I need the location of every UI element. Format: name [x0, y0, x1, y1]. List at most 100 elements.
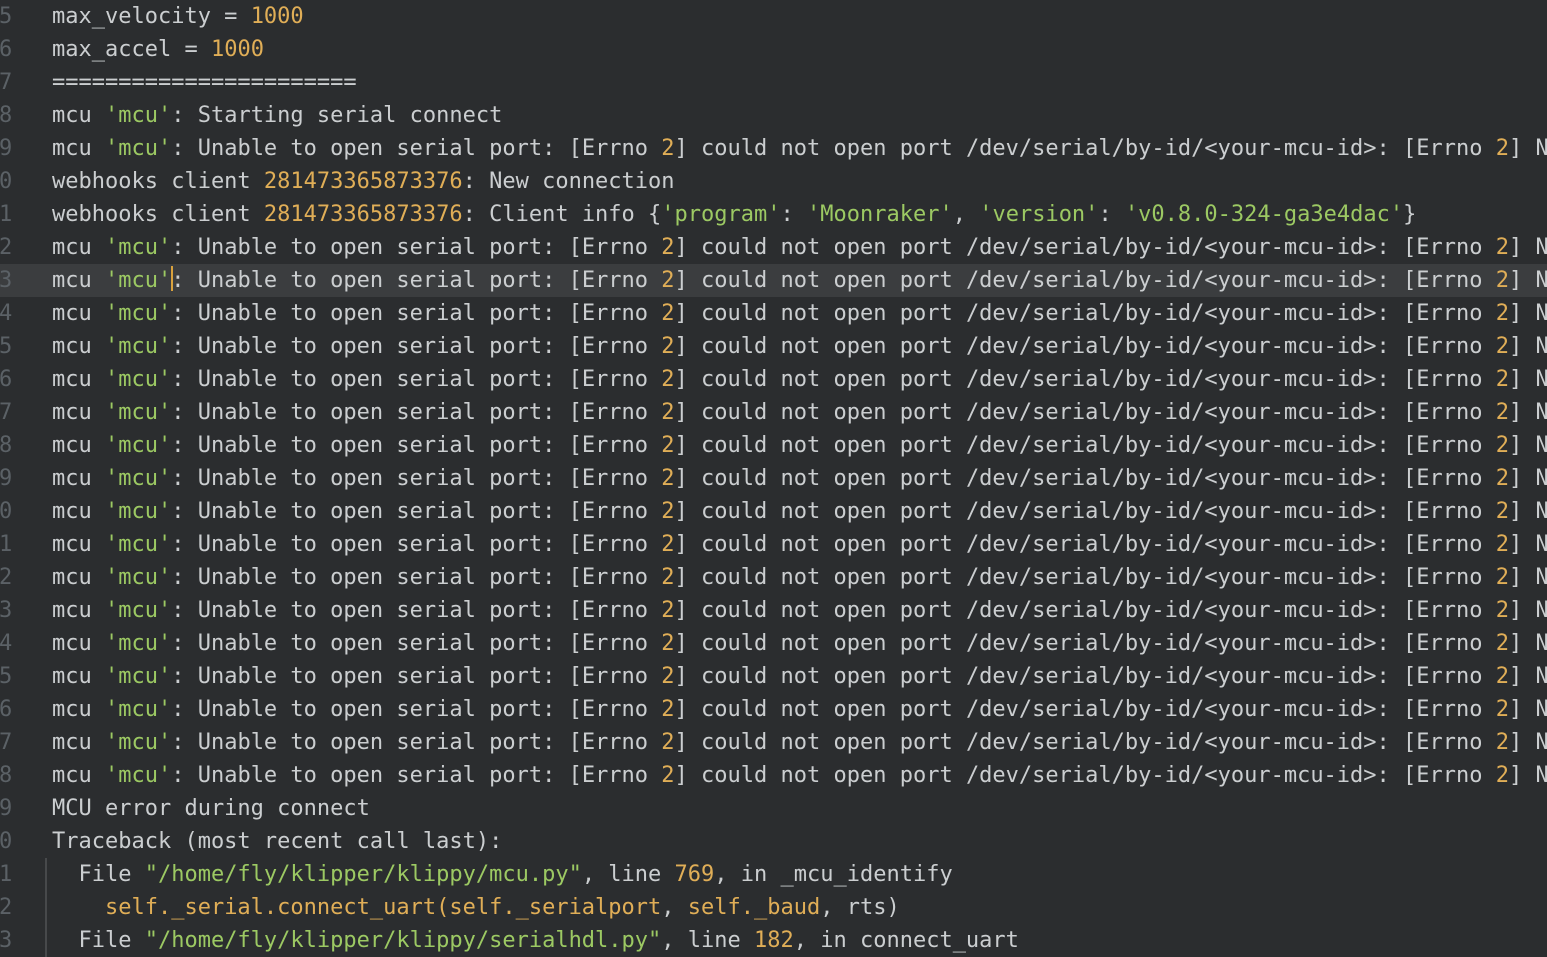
log-line[interactable]: 8mcu 'mcu': Starting serial connect	[0, 99, 1547, 132]
text-token: =======================	[52, 70, 357, 95]
log-line[interactable]: 1 File "/home/fly/klipper/klippy/mcu.py"…	[0, 858, 1547, 891]
line-text: mcu 'mcu': Unable to open serial port: […	[52, 231, 1547, 264]
line-text: mcu 'mcu': Unable to open serial port: […	[52, 429, 1547, 462]
log-line[interactable]: 5max_velocity = 1000	[0, 0, 1547, 33]
text-token: ] could not open port /dev/serial/by-id/…	[675, 664, 1496, 689]
log-line[interactable]: 0Traceback (most recent call last):	[0, 825, 1547, 858]
text-token: mcu	[52, 268, 105, 293]
log-line[interactable]: 3 File "/home/fly/klipper/klippy/serialh…	[0, 924, 1547, 957]
log-line[interactable]: 4mcu 'mcu': Unable to open serial port: …	[0, 297, 1547, 330]
line-number[interactable]: 6	[0, 33, 12, 66]
log-line[interactable]: 4mcu 'mcu': Unable to open serial port: …	[0, 627, 1547, 660]
text-token: ,	[661, 895, 688, 920]
log-line[interactable]: 6max_accel = 1000	[0, 33, 1547, 66]
text-token: : Unable to open serial port: [Errno	[171, 598, 661, 623]
line-number[interactable]: 4	[0, 627, 12, 660]
line-number[interactable]: 1	[0, 198, 12, 231]
line-number[interactable]: 2	[0, 231, 12, 264]
number-token: 2	[661, 664, 674, 689]
text-token: ] No	[1509, 235, 1547, 260]
text-token: ] No	[1509, 499, 1547, 524]
line-number[interactable]: 8	[0, 99, 12, 132]
line-number[interactable]: 7	[0, 726, 12, 759]
line-number[interactable]: 3	[0, 594, 12, 627]
string-token: 'mcu'	[105, 334, 171, 359]
log-line[interactable]: 5mcu 'mcu': Unable to open serial port: …	[0, 660, 1547, 693]
line-number[interactable]: 6	[0, 363, 12, 396]
line-number[interactable]: 5	[0, 330, 12, 363]
string-token: 'mcu'	[105, 697, 171, 722]
text-token: ] could not open port /dev/serial/by-id/…	[675, 697, 1496, 722]
log-line[interactable]: 0mcu 'mcu': Unable to open serial port: …	[0, 495, 1547, 528]
number-token: 2	[661, 631, 674, 656]
string-token: "/home/fly/klipper/klippy/mcu.py"	[145, 862, 582, 887]
line-text: mcu 'mcu': Unable to open serial port: […	[52, 396, 1547, 429]
line-number[interactable]: 0	[0, 165, 12, 198]
line-number[interactable]: 7	[0, 66, 12, 99]
line-number[interactable]: 9	[0, 462, 12, 495]
log-line[interactable]: 2mcu 'mcu': Unable to open serial port: …	[0, 561, 1547, 594]
number-token: 2	[661, 367, 674, 392]
log-line[interactable]: 7 =======================	[0, 66, 1547, 99]
log-line[interactable]: 9mcu 'mcu': Unable to open serial port: …	[0, 132, 1547, 165]
text-token: ] could not open port /dev/serial/by-id/…	[675, 499, 1496, 524]
line-text: mcu 'mcu': Unable to open serial port: […	[52, 528, 1547, 561]
line-number[interactable]: 3	[0, 924, 12, 957]
log-line[interactable]: 6mcu 'mcu': Unable to open serial port: …	[0, 363, 1547, 396]
text-token: webhooks client	[52, 202, 264, 227]
string-token: 'mcu'	[105, 136, 171, 161]
log-line[interactable]: 1 mcu 'mcu': Unable to open serial port: …	[0, 528, 1547, 561]
log-line[interactable]: 0 webhooks client 281473365873376: New co…	[0, 165, 1547, 198]
text-token: mcu	[52, 499, 105, 524]
editor-pane[interactable]: 5max_velocity = 10006max_accel = 10007==…	[0, 0, 1547, 957]
line-number[interactable]: 8	[0, 429, 12, 462]
string-token: 'mcu'	[105, 301, 171, 326]
number-token: 2	[1496, 532, 1509, 557]
number-token: self._baud	[688, 895, 820, 920]
line-text: webhooks client 281473365873376: New con…	[52, 165, 675, 198]
log-line[interactable]: 9 mcu 'mcu': Unable to open serial port: …	[0, 462, 1547, 495]
number-token: 2	[661, 730, 674, 755]
log-line[interactable]: 3mcu 'mcu': Unable to open serial port: …	[0, 594, 1547, 627]
line-number[interactable]: 9	[0, 792, 12, 825]
number-token: 2	[661, 499, 674, 524]
text-token: ] could not open port /dev/serial/by-id/…	[675, 730, 1496, 755]
text-token: ] No	[1509, 697, 1547, 722]
log-line[interactable]: 5 mcu 'mcu': Unable to open serial port: …	[0, 330, 1547, 363]
log-line[interactable]: 7 mcu 'mcu': Unable to open serial port: …	[0, 396, 1547, 429]
line-number[interactable]: 6	[0, 693, 12, 726]
log-line[interactable]: 2 mcu 'mcu': Unable to open serial port: …	[0, 231, 1547, 264]
log-line[interactable]: 6mcu 'mcu': Unable to open serial port: …	[0, 693, 1547, 726]
line-number[interactable]: 2	[0, 891, 12, 924]
text-token: mcu	[52, 301, 105, 326]
text-token: webhooks client	[52, 169, 264, 194]
line-number[interactable]: 1	[0, 528, 12, 561]
log-line[interactable]: 8mcu 'mcu': Unable to open serial port: …	[0, 759, 1547, 792]
log-line[interactable]: 7 mcu 'mcu': Unable to open serial port: …	[0, 726, 1547, 759]
line-number[interactable]: 5	[0, 660, 12, 693]
text-token: ] No	[1509, 730, 1547, 755]
log-line[interactable]: 2 self._serial.connect_uart(self._serial…	[0, 891, 1547, 924]
line-number[interactable]: 4	[0, 297, 12, 330]
line-number[interactable]: 1	[0, 858, 12, 891]
line-number[interactable]: 3	[0, 264, 12, 297]
log-line[interactable]: 9MCU error during connect	[0, 792, 1547, 825]
line-number[interactable]: 2	[0, 561, 12, 594]
text-token: : Unable to open serial port: [Errno	[171, 532, 661, 557]
text-token: : Unable to open serial port: [Errno	[171, 367, 661, 392]
line-number[interactable]: 0	[0, 825, 12, 858]
line-number[interactable]: 7	[0, 396, 12, 429]
line-number[interactable]: 0	[0, 495, 12, 528]
text-token: File	[52, 862, 145, 887]
line-number[interactable]: 9	[0, 132, 12, 165]
text-token: : Unable to open serial port: [Errno	[171, 631, 661, 656]
line-number[interactable]: 8	[0, 759, 12, 792]
line-text: mcu 'mcu': Unable to open serial port: […	[52, 726, 1547, 759]
log-line[interactable]: 1webhooks client 281473365873376: Client…	[0, 198, 1547, 231]
line-text: mcu 'mcu': Unable to open serial port: […	[52, 330, 1547, 363]
line-number[interactable]: 5	[0, 0, 12, 33]
text-token: , in connect_uart	[794, 928, 1019, 953]
log-line[interactable]: 8 mcu 'mcu': Unable to open serial port: …	[0, 429, 1547, 462]
log-line-current[interactable]: 3mcu 'mcu': Unable to open serial port: …	[0, 264, 1547, 297]
line-text: mcu 'mcu': Unable to open serial port: […	[52, 462, 1547, 495]
